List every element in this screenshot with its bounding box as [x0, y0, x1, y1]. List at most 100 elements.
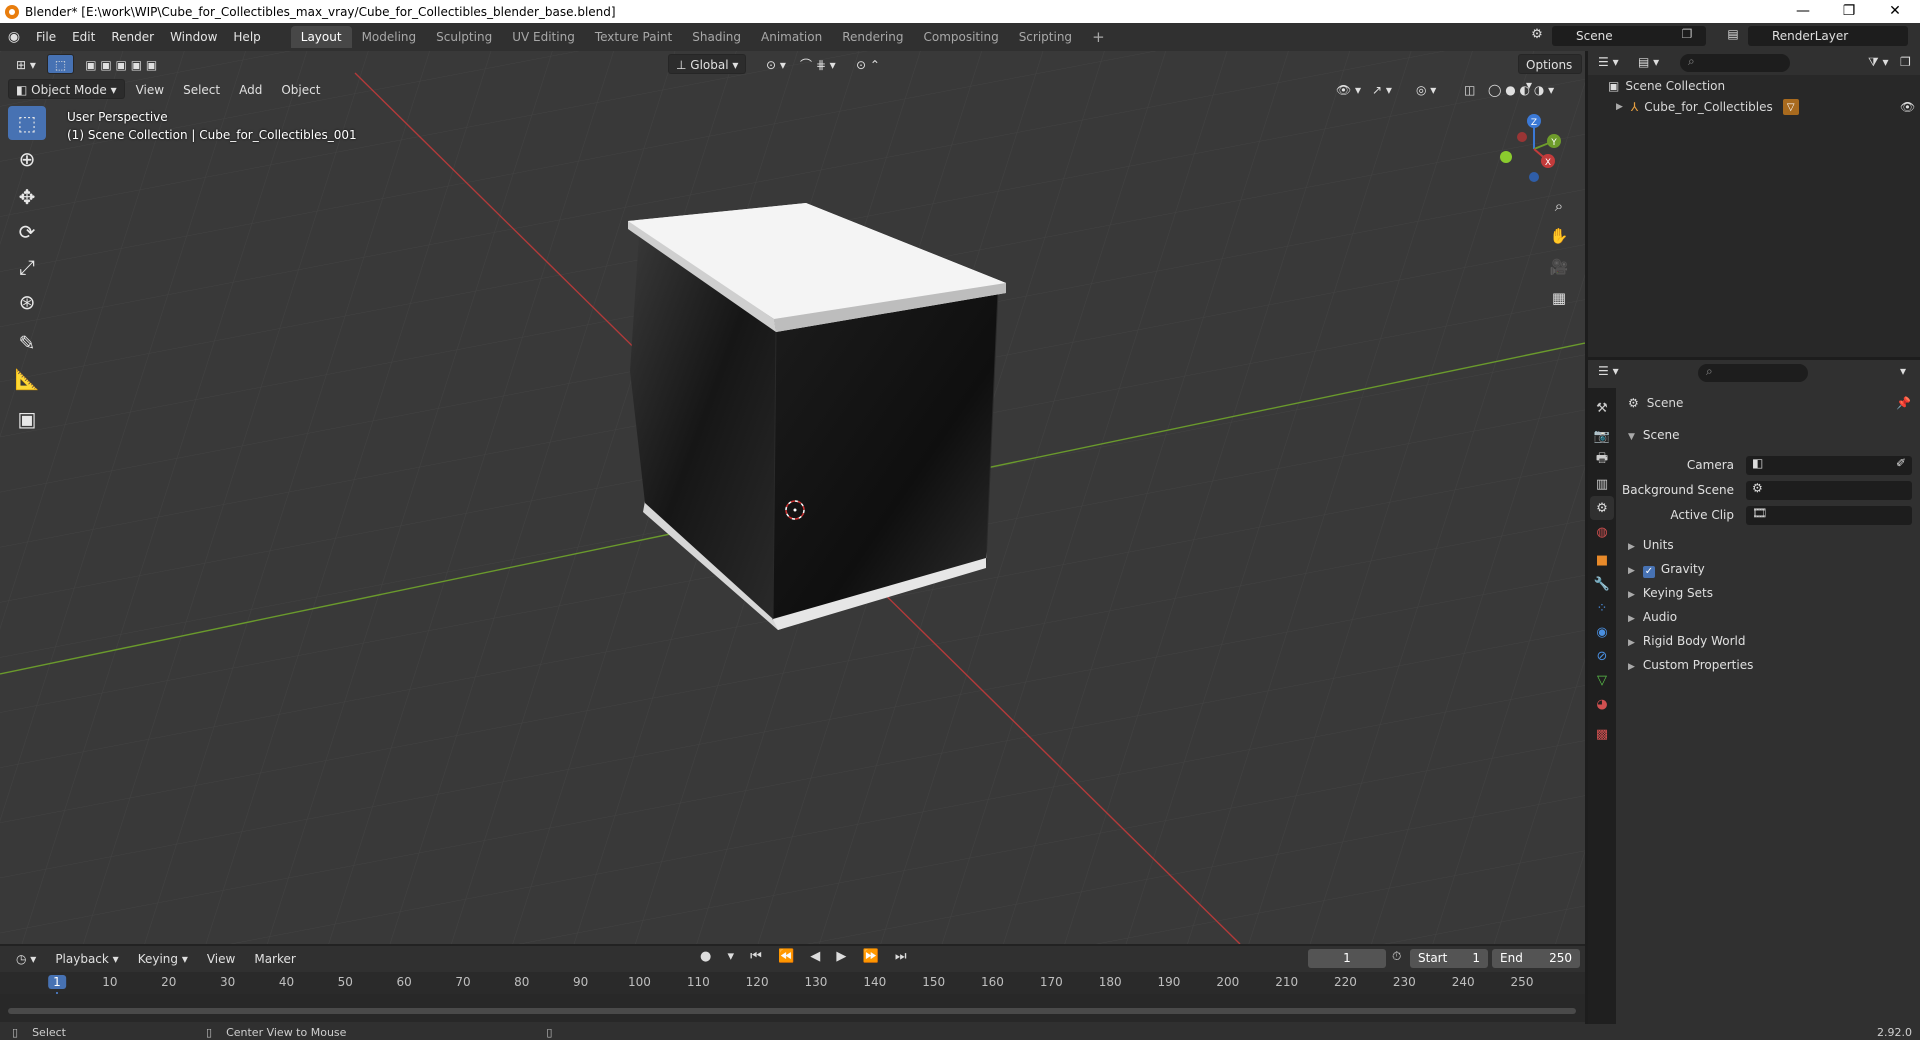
tab-modeling[interactable]: Modeling	[352, 26, 427, 48]
tab-tool-icon[interactable]: ⚒	[1590, 396, 1614, 420]
outliner-editor-type-icon[interactable]: ☰ ▾	[1598, 55, 1619, 69]
menu-object[interactable]: Object	[273, 79, 328, 99]
properties-options-icon[interactable]: ▾	[1900, 364, 1906, 378]
tab-world-icon[interactable]: ◍	[1590, 520, 1614, 544]
outliner-item-cube[interactable]: ▶ ⅄ Cube_for_Collectibles ▽ 👁	[1616, 99, 1916, 115]
frame-ruler[interactable]: 1 10 20 30 40 50 60 70 80 90 100 110 120 130 140 150 160…	[0, 972, 1585, 1022]
camera-view-icon[interactable]: 🎥	[1546, 254, 1572, 280]
timeline-scrollbar[interactable]	[8, 1008, 1576, 1014]
navigation-gizmo[interactable]: Z Y X	[1490, 109, 1570, 189]
tab-object-icon[interactable]: ■	[1590, 548, 1614, 572]
blender-menu-icon[interactable]: ◉	[0, 29, 28, 45]
tab-rendering[interactable]: Rendering	[832, 26, 913, 48]
gravity-checkbox[interactable]: ✓	[1642, 566, 1655, 578]
options-dropdown[interactable]: Options ▾	[1518, 54, 1582, 92]
timeline-editor-type-icon[interactable]: ◷ ▾	[8, 948, 44, 968]
scene-browse-icon[interactable]: ⚙	[1528, 27, 1546, 45]
select-box-tool-icon[interactable]: ⬚	[8, 106, 46, 140]
scene-collection-row[interactable]: ▣ Scene Collection	[1608, 79, 1725, 93]
restore-icon[interactable]: ❐	[1826, 0, 1872, 23]
properties-search-input[interactable]: ⌕	[1698, 364, 1808, 382]
properties-editor[interactable]: ☰ ▾ ⌕ ▾ ⚒ 📷 🖶 ▥ ⚙ ◍ ■ 🔧 ⁘ ◉ ⊘ ▽ ◕ ▩ ⚙ Sc…	[1588, 360, 1920, 1024]
outliner-search-input[interactable]: ⌕	[1680, 54, 1790, 72]
view-layer-selector[interactable]: RenderLayer	[1748, 26, 1908, 46]
timeline-track-area[interactable]	[0, 994, 1585, 1022]
measure-tool-icon[interactable]: 📐	[8, 362, 46, 396]
transform-tool-icon[interactable]: ⊛	[8, 285, 46, 319]
add-workspace-icon[interactable]: +	[1082, 26, 1115, 48]
current-frame-field[interactable]: 1	[1308, 949, 1386, 968]
menu-render[interactable]: Render	[103, 26, 162, 48]
pivot-point-icon[interactable]: ⊙ ▾	[758, 54, 794, 74]
eyedropper-icon[interactable]: ✐	[1896, 456, 1906, 470]
menu-edit[interactable]: Edit	[64, 26, 103, 48]
view-layer-browse-icon[interactable]: ▤	[1724, 27, 1742, 45]
tab-scripting[interactable]: Scripting	[1009, 26, 1082, 48]
menu-keying[interactable]: Keying ▾	[130, 948, 196, 968]
tab-shading[interactable]: Shading	[682, 26, 751, 48]
rotate-tool-icon[interactable]: ⟳	[8, 215, 46, 249]
expand-arrow-icon[interactable]: ▶	[1616, 102, 1623, 112]
tab-constraints-icon[interactable]: ⊘	[1590, 644, 1614, 668]
overlays-icon[interactable]: ◎ ▾	[1408, 79, 1444, 99]
properties-editor-type-icon[interactable]: ☰ ▾	[1598, 364, 1619, 378]
end-frame-field[interactable]: End 250	[1492, 949, 1580, 968]
editor-type-icon[interactable]: ⊞ ▾	[8, 54, 44, 74]
menu-view[interactable]: View	[128, 79, 172, 99]
minimize-icon[interactable]: —	[1780, 0, 1826, 23]
start-frame-field[interactable]: Start 1	[1410, 949, 1488, 968]
playback-controls[interactable]: ● ▾ ⏮ ⏪ ◀ ▶ ⏩ ⏭	[700, 949, 913, 964]
menu-playback[interactable]: Playback ▾	[47, 948, 126, 968]
gizmo-toggle-icon[interactable]: ↗ ▾	[1364, 79, 1400, 99]
scale-tool-icon[interactable]: ⤢	[8, 250, 46, 284]
tab-physics-icon[interactable]: ◉	[1590, 620, 1614, 644]
new-scene-icon[interactable]: ❐	[1678, 27, 1696, 45]
stopwatch-icon[interactable]: ⏱	[1392, 949, 1401, 964]
menu-file[interactable]: File	[28, 26, 64, 48]
display-mode-icon[interactable]: ▤ ▾	[1638, 55, 1659, 69]
new-collection-icon[interactable]: ❐	[1900, 55, 1911, 69]
move-tool-icon[interactable]: ✥	[8, 180, 46, 214]
pan-hand-icon[interactable]: ✋	[1546, 223, 1572, 249]
select-mode-icons[interactable]: ▣ ▣ ▣ ▣ ▣	[77, 54, 165, 74]
tab-render-icon[interactable]: 📷	[1590, 424, 1614, 448]
pin-icon[interactable]: 📌	[1896, 396, 1911, 410]
keying-sets-panel-header[interactable]: ▶ Keying Sets	[1628, 586, 1713, 600]
snap-icon[interactable]: ⌒ ⋕ ▾	[792, 54, 844, 74]
tab-modifiers-icon[interactable]: 🔧	[1590, 572, 1614, 596]
outliner[interactable]: ☰ ▾ ▤ ▾ ⌕ ⧩ ▾ ❐ ▣ Scene Collection ▶ ⅄ C…	[1588, 51, 1920, 357]
audio-panel-header[interactable]: ▶ Audio	[1628, 610, 1677, 624]
tab-sculpting[interactable]: Sculpting	[426, 26, 502, 48]
scene-panel-header[interactable]: ▼ Scene	[1628, 428, 1680, 442]
3d-viewport[interactable]: ⊞ ▾ ⬚ ▣ ▣ ▣ ▣ ▣ ⊥ Global ▾ ⊙ ▾ ⌒ ⋕ ▾ ⊙ ⌃…	[0, 51, 1585, 944]
tab-texture-icon[interactable]: ▩	[1590, 722, 1614, 746]
visibility-eye-icon[interactable]: 👁	[1900, 100, 1915, 114]
tab-compositing[interactable]: Compositing	[913, 26, 1008, 48]
menu-window[interactable]: Window	[162, 26, 225, 48]
zoom-icon[interactable]: ⌕	[1546, 193, 1572, 219]
filter-icon[interactable]: ⧩ ▾	[1868, 55, 1889, 70]
menu-select[interactable]: Select	[175, 79, 228, 99]
gravity-panel-header[interactable]: ▶ ✓ Gravity	[1628, 562, 1705, 578]
tab-animation[interactable]: Animation	[751, 26, 832, 48]
add-cube-tool-icon[interactable]: ▣	[8, 402, 46, 436]
select-tool-icon[interactable]: ⬚	[46, 53, 75, 74]
menu-add[interactable]: Add	[231, 79, 270, 99]
transform-orientation-dropdown[interactable]: ⊥ Global ▾	[668, 54, 747, 74]
camera-field[interactable]: ◧ ✐	[1746, 456, 1912, 475]
cursor-tool-icon[interactable]: ⊕	[8, 142, 46, 176]
custom-properties-panel-header[interactable]: ▶ Custom Properties	[1628, 658, 1753, 672]
timeline[interactable]: ◷ ▾ Playback ▾ Keying ▾ View Marker ● ▾ …	[0, 944, 1585, 1024]
background-scene-field[interactable]: ⚙	[1746, 481, 1912, 500]
tab-material-icon[interactable]: ◕	[1590, 692, 1614, 716]
ortho-grid-icon[interactable]: ▦	[1546, 285, 1572, 311]
shading-modes-icons[interactable]: ◯ ● ◐ ◑ ▾	[1480, 79, 1562, 99]
menu-marker[interactable]: Marker	[246, 948, 303, 968]
tab-layout[interactable]: Layout	[290, 26, 352, 48]
menu-timeline-view[interactable]: View	[199, 948, 243, 968]
rigid-body-world-panel-header[interactable]: ▶ Rigid Body World	[1628, 634, 1745, 648]
tab-particles-icon[interactable]: ⁘	[1590, 596, 1614, 620]
visibility-icon[interactable]: 👁 ▾	[1328, 79, 1369, 99]
close-icon[interactable]: ✕	[1872, 0, 1918, 23]
active-clip-field[interactable]: 🎞	[1746, 506, 1912, 525]
